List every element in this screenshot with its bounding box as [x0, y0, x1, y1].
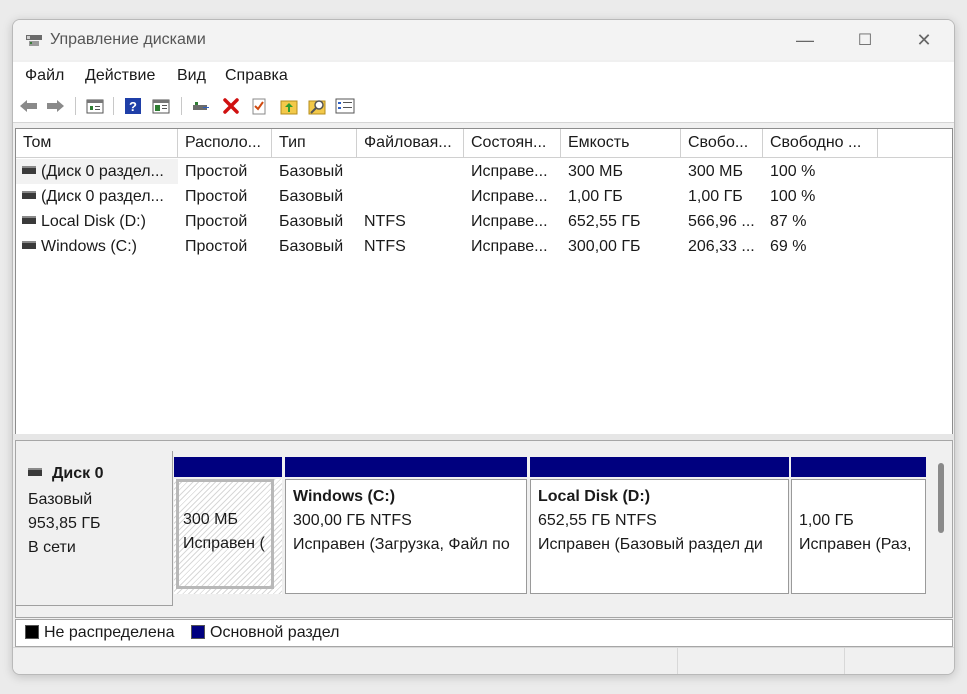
close-icon: ✕ [916, 29, 932, 50]
selection-frame [176, 479, 274, 589]
col-type[interactable]: Тип [272, 129, 357, 157]
menu-bar: Файл Действие Вид Справка [13, 62, 954, 90]
help-icon[interactable]: ? [123, 96, 143, 116]
menu-view[interactable]: Вид [177, 67, 206, 85]
table-row[interactable]: Windows (C:) Простой Базовый NTFS Исправ… [16, 234, 952, 259]
legend-primary-swatch [191, 625, 205, 639]
check-icon[interactable] [249, 96, 269, 116]
disk-status: В сети [28, 539, 76, 556]
window-title: Управление дисками [50, 31, 206, 48]
legend-primary-label: Основной раздел [210, 624, 340, 641]
legend-unallocated-label: Не распределена [44, 624, 175, 641]
menu-help[interactable]: Справка [225, 67, 288, 85]
col-status[interactable]: Состоян... [464, 129, 561, 157]
col-capacity[interactable]: Емкость [561, 129, 681, 157]
connect-icon[interactable] [191, 96, 211, 116]
legend: Не распределена Основной раздел [15, 619, 953, 647]
col-free-space[interactable]: Свобо... [681, 129, 763, 157]
list-icon[interactable] [335, 96, 355, 116]
disk-icon [28, 467, 42, 476]
disk-size: 953,85 ГБ [28, 515, 101, 532]
col-filesystem[interactable]: Файловая... [357, 129, 464, 157]
disk-icon [22, 240, 36, 249]
minimize-button[interactable]: — [782, 24, 828, 56]
properties-icon[interactable] [85, 96, 105, 116]
title-bar[interactable]: Управление дисками — ☐ ✕ [13, 20, 954, 60]
disk-name: Диск 0 [52, 465, 104, 482]
disk-icon [22, 215, 36, 224]
svg-text:?: ? [129, 99, 137, 114]
menu-file[interactable]: Файл [25, 67, 64, 85]
close-button[interactable]: ✕ [901, 24, 947, 56]
maximize-button[interactable]: ☐ [842, 24, 888, 56]
volume-list-header: Том Располо... Тип Файловая... Состоян..… [16, 129, 952, 158]
back-icon[interactable] [19, 96, 39, 116]
table-row[interactable]: (Диск 0 раздел... Простой Базовый Исправ… [16, 159, 952, 184]
disk-icon [22, 165, 36, 174]
maximize-icon: ☐ [857, 32, 873, 49]
disk-0-label[interactable]: Диск 0 Базовый 953,85 ГБ В сети [16, 451, 173, 606]
vertical-scrollbar[interactable] [938, 463, 944, 533]
minimize-icon: — [796, 29, 814, 50]
table-row[interactable]: (Диск 0 раздел... Простой Базовый Исправ… [16, 184, 952, 209]
toolbar: ? [13, 90, 954, 123]
col-free-percent[interactable]: Свободно ... [763, 129, 878, 157]
legend-unallocated-swatch [25, 625, 39, 639]
col-layout[interactable]: Располо... [178, 129, 272, 157]
partition-recovery[interactable]: 1,00 ГБ Исправен (Раз, [791, 457, 926, 594]
forward-icon[interactable] [45, 96, 65, 116]
search-icon[interactable] [307, 96, 327, 116]
partition-local-disk-d[interactable]: Local Disk (D:) 652,55 ГБ NTFS Исправен … [530, 457, 789, 594]
up-icon[interactable] [279, 96, 299, 116]
disk-type: Базовый [28, 491, 93, 508]
partition-efi[interactable]: 300 МБ Исправен ( [174, 457, 282, 594]
disk-management-window: Управление дисками — ☐ ✕ Файл Действие В… [12, 19, 955, 675]
partition-windows-c[interactable]: Windows (C:) 300,00 ГБ NTFS Исправен (За… [285, 457, 527, 594]
view-icon[interactable] [151, 96, 171, 116]
status-bar [13, 647, 954, 674]
col-volume[interactable]: Том [16, 129, 178, 157]
disk-graphical-view: Диск 0 Базовый 953,85 ГБ В сети 300 МБ И… [15, 440, 953, 618]
disk-management-icon [26, 35, 42, 46]
delete-icon[interactable] [221, 96, 241, 116]
table-row[interactable]: Local Disk (D:) Простой Базовый NTFS Исп… [16, 209, 952, 234]
volume-list[interactable]: Том Располо... Тип Файловая... Состоян..… [15, 128, 953, 436]
menu-action[interactable]: Действие [85, 67, 155, 85]
disk-icon [22, 190, 36, 199]
